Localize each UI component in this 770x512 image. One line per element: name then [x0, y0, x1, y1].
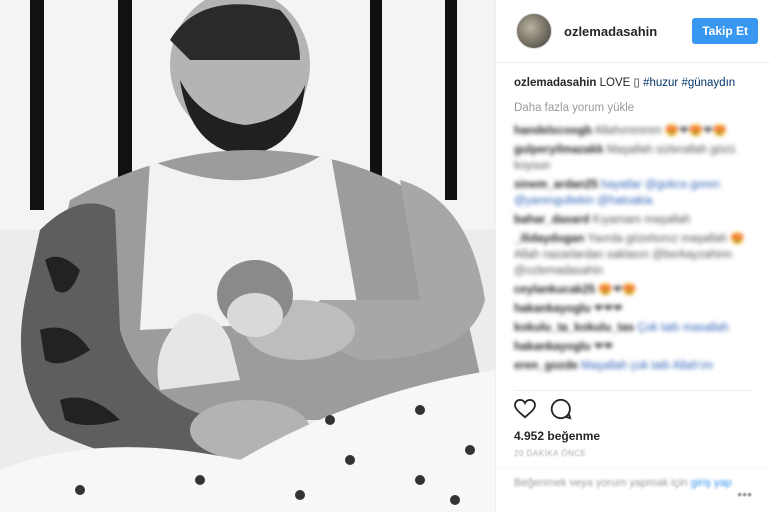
photo-illustration [0, 0, 495, 512]
comment-item: bahar_daxard Kıyamam maşallah [514, 212, 752, 228]
comment-item: ceylankucak25 😍❤😍 [514, 282, 752, 298]
comment-item: sinem_ardan25 hayatlar @gokce.goren @yar… [514, 177, 752, 209]
comment-item: hakankayoglu ❤❤ [514, 339, 752, 355]
comment-username[interactable]: bahar_daxard [514, 214, 589, 226]
comment-text: Kıyamam maşallah [592, 214, 691, 226]
heart-icon[interactable] [514, 398, 536, 424]
hashtag-gunaydin[interactable]: #günaydın [681, 77, 735, 89]
post-photo[interactable] [0, 0, 495, 512]
comment-item: _ilidaydogan Yavrda gözelsınız maşallah … [514, 231, 752, 279]
comment-username[interactable]: hakankayoglu [514, 303, 591, 315]
comment-username[interactable]: sinem_ardan25 [514, 179, 598, 191]
comment-username[interactable]: ceylankucak25 [514, 284, 595, 296]
caption: ozlemadasahin LOVE ▯ #huzur #günaydın [514, 75, 752, 91]
follow-button[interactable]: Takip Et [692, 18, 758, 44]
comment-item: kokulu_ta_kokulu_tas Çok tatlı masallah [514, 320, 752, 336]
comment-username[interactable]: eren_gozde [514, 360, 578, 372]
comment-text: 😍❤😍 [598, 284, 637, 296]
comment-username[interactable]: gulperyilmazakk [514, 144, 603, 156]
comment-item: handelxcoogb Allahımmmm 😍❤😍❤😍 [514, 123, 752, 139]
add-comment-text: Beğenmek veya yorum yapmak için [514, 477, 688, 489]
post-actions: 4.952 beğenme 20 DAKİKA ÖNCE [514, 390, 752, 458]
comment-username[interactable]: kokulu_ta_kokulu_tas [514, 322, 634, 334]
caption-username[interactable]: ozlemadasahin [514, 77, 596, 89]
comment-item: hakankayoglu ❤❤❤ [514, 301, 752, 317]
post: ozlemadasahin Takip Et ozlemadasahin LOV… [0, 0, 770, 512]
comment-item: gulperyilmazakk Maşallah sizlerallah göz… [514, 142, 752, 174]
hashtag-huzur[interactable]: #huzur [643, 77, 678, 89]
caption-text: LOVE ▯ [599, 77, 640, 89]
post-sidebar: ozlemadasahin Takip Et ozlemadasahin LOV… [495, 0, 770, 512]
comments-list: ozlemadasahin LOVE ▯ #huzur #günaydın Da… [496, 63, 770, 395]
comment-text: Maşallah çok tatlı Allah'ım [581, 360, 714, 372]
comment-icon[interactable] [550, 398, 572, 425]
action-icons [514, 397, 752, 425]
more-dots-icon[interactable]: ••• [737, 486, 752, 502]
post-time: 20 DAKİKA ÖNCE [514, 449, 587, 458]
comment-text: Allahımmmm 😍❤😍❤😍 [594, 125, 728, 137]
comment-text: Çok tatlı masallah [637, 322, 729, 334]
post-header: ozlemadasahin Takip Et [496, 0, 770, 63]
avatar[interactable] [516, 13, 552, 49]
login-link[interactable]: giriş yap [691, 477, 732, 489]
likes-number: 4.952 [514, 429, 545, 443]
comment-text: ❤❤❤ [593, 303, 623, 315]
load-more-comments[interactable]: Daha fazla yorum yükle [514, 100, 752, 116]
comment-username[interactable]: _ilidaydogan [514, 233, 584, 245]
comment-username[interactable]: hakankayoglu [514, 341, 591, 353]
comment-text: ❤❤ [593, 341, 614, 353]
likes-label: beğenme [547, 429, 601, 443]
likes-count[interactable]: 4.952 beğenme [514, 429, 752, 443]
comment-username[interactable]: handelxcoogb [514, 125, 592, 137]
header-username[interactable]: ozlemadasahin [564, 24, 692, 39]
comment-item: eren_gozde Maşallah çok tatlı Allah'ım [514, 358, 752, 374]
add-comment-bar: Beğenmek veya yorum yapmak için giriş ya… [496, 468, 770, 497]
